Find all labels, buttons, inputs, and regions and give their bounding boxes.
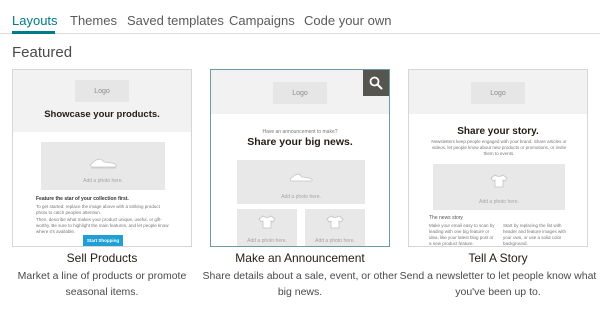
- tab-saved-templates[interactable]: Saved templates: [127, 13, 224, 28]
- photo-caption: Add a photo here.: [281, 194, 321, 200]
- photo-placeholder: Add a photo here.: [305, 209, 365, 246]
- template-card-tell-a-story[interactable]: Logo Share your story. Newsletters keep …: [408, 69, 588, 247]
- section-title: Featured: [12, 44, 73, 61]
- tab-themes[interactable]: Themes: [70, 13, 117, 28]
- template-logo-placeholder: Logo: [273, 82, 327, 104]
- card-title-sell-products[interactable]: Sell Products: [2, 251, 202, 265]
- template-card-sell-products[interactable]: Logo Showcase your products. Add a photo…: [12, 69, 192, 247]
- photo-placeholder: Add a photo here.: [237, 160, 365, 204]
- template-headline: Share your story.: [457, 126, 539, 137]
- template-intro: Newsletters keep people engaged with you…: [431, 139, 567, 156]
- shirt-icon: [490, 174, 508, 188]
- template-tabs: Layouts Themes Saved templates Campaigns…: [0, 0, 600, 34]
- card-description: Send a newsletter to let people know wha…: [399, 270, 597, 298]
- template-column-1: Make your email easy to scan by leading …: [429, 223, 495, 246]
- tab-layouts[interactable]: Layouts: [12, 13, 58, 28]
- template-logo-placeholder: Logo: [471, 82, 525, 104]
- template-headline: Showcase your products.: [44, 109, 160, 120]
- photo-placeholder: Add a photo here.: [237, 209, 297, 246]
- template-column-2: Start by replacing the list with header …: [503, 223, 567, 246]
- template-kicker: Have an announcement to make?: [262, 129, 338, 135]
- shoe-icon: [289, 173, 313, 182]
- template-story-label: The news story: [429, 215, 463, 221]
- template-feature-body-2: Then, describe what makes your product u…: [36, 217, 169, 234]
- active-tab-indicator: [12, 31, 55, 34]
- tab-code-your-own[interactable]: Code your own: [304, 13, 391, 28]
- shirt-icon: [258, 215, 276, 229]
- photo-caption: Add a photo here.: [315, 238, 355, 244]
- preview-search-button[interactable]: [363, 70, 389, 96]
- template-headline: Share your big news.: [247, 136, 353, 148]
- shoe-icon: [89, 158, 117, 169]
- card-title-tell-a-story[interactable]: Tell A Story: [398, 251, 598, 265]
- card-description: Market a line of products or promote sea…: [17, 270, 187, 298]
- template-cta-button: Start Shopping: [83, 235, 123, 246]
- template-logo-placeholder: Logo: [75, 80, 129, 102]
- template-feature-body: To get started: replace the image above …: [36, 204, 160, 215]
- card-description: Share details about a sale, event, or ot…: [202, 270, 398, 298]
- shirt-icon: [326, 215, 344, 229]
- photo-placeholder: Add a photo here.: [433, 164, 565, 210]
- template-preview-header: Logo: [409, 70, 587, 114]
- photo-placeholder: Add a photo here.: [41, 142, 165, 190]
- photo-caption: Add a photo here.: [83, 178, 123, 184]
- card-title-make-an-announcement[interactable]: Make an Announcement: [200, 251, 400, 265]
- search-icon: [369, 76, 383, 90]
- template-preview-header: Logo Showcase your products.: [13, 70, 191, 132]
- photo-caption: Add a photo here.: [479, 199, 519, 205]
- template-feature-title: Feature the star of your collection firs…: [36, 196, 129, 202]
- tab-campaigns[interactable]: Campaigns: [229, 13, 295, 28]
- template-card-make-an-announcement[interactable]: Logo Have an announcement to make? Share…: [210, 69, 390, 247]
- photo-caption: Add a photo here.: [247, 238, 287, 244]
